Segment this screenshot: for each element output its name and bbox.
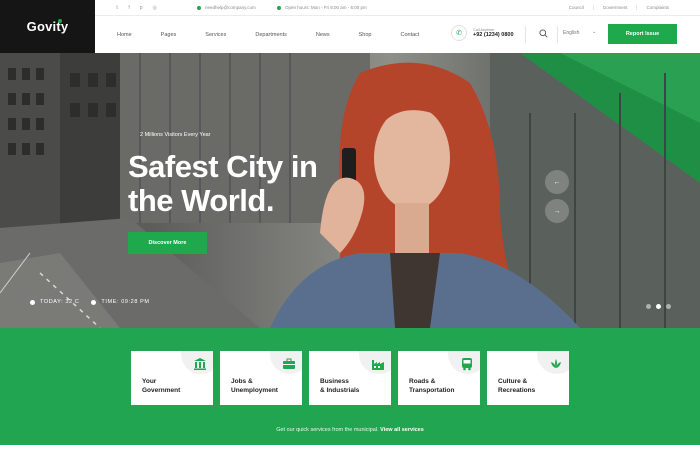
call-anytime[interactable]: ✆ Call Anytime +92 (1234) 0800 xyxy=(451,25,514,41)
services-section: Your Government Jobs & Unemployment Busi… xyxy=(0,328,700,445)
current-time: TIME: 09:28 PM xyxy=(101,299,150,305)
service-card-business[interactable]: Business & Industrials xyxy=(309,351,391,405)
main-nav: Home Pages Services Departments News Sho… xyxy=(117,32,448,38)
service-card-culture[interactable]: Culture & Recreations xyxy=(487,351,569,405)
email-text[interactable]: needhelp@company.com xyxy=(205,5,256,10)
nav-item-home[interactable]: Home xyxy=(117,32,132,38)
clock-icon xyxy=(91,299,97,305)
main-navbar: Home Pages Services Departments News Sho… xyxy=(95,16,700,53)
hero-slider: 2 Millions Visitors Every Year Safest Ci… xyxy=(0,53,700,328)
report-issue-button[interactable]: Report Issue xyxy=(608,24,677,44)
service-card-label: Roads & Transportation xyxy=(409,378,455,394)
service-card-label: Culture & Recreations xyxy=(498,378,536,394)
instagram-icon[interactable]: ◎ xyxy=(153,5,157,11)
language-select[interactable]: English xyxy=(563,30,579,36)
next-slide-button[interactable]: → xyxy=(545,199,569,223)
email-info[interactable]: needhelp@company.com xyxy=(197,5,256,10)
nav-item-departments[interactable]: Departments xyxy=(255,32,287,38)
logo[interactable]: Govity xyxy=(27,19,69,34)
hero-headline: Safest City in the World. xyxy=(128,149,318,218)
top-bar: 𝕥 f p ◎ needhelp@company.com Open hours:… xyxy=(95,0,700,16)
phone-icon: ✆ xyxy=(451,25,467,41)
call-number[interactable]: +92 (1234) 0800 xyxy=(473,32,514,38)
hours-text: Open hours: Mon - Fri 8:00 am - 6:00 pm xyxy=(285,5,367,10)
nav-item-news[interactable]: News xyxy=(316,32,330,38)
chevron-down-icon[interactable]: ⌄ xyxy=(592,29,596,35)
slider-dot[interactable] xyxy=(646,304,651,309)
service-card-label: Business & Industrials xyxy=(320,378,360,394)
services-footer-text: Get our quick services from the municipa… xyxy=(276,427,379,433)
today-temperature: TODAY: 32 C xyxy=(40,299,80,305)
hero-headline-line1: Safest City in xyxy=(128,149,318,184)
weather-icon xyxy=(30,299,35,305)
twitter-icon[interactable]: 𝕥 xyxy=(116,5,118,11)
bus-icon xyxy=(462,358,472,371)
hero-kicker: 2 Millions Visitors Every Year xyxy=(140,132,211,138)
service-card-label: Your Government xyxy=(142,378,181,394)
government-building-icon xyxy=(194,358,206,370)
nav-item-shop[interactable]: Shop xyxy=(359,32,372,38)
bottom-strip xyxy=(0,445,700,450)
service-card-label: Jobs & Unemployment xyxy=(231,378,278,394)
pinterest-icon[interactable]: p xyxy=(140,5,143,11)
clock-icon xyxy=(277,5,281,10)
nav-item-pages[interactable]: Pages xyxy=(161,32,177,38)
service-card-roads[interactable]: Roads & Transportation xyxy=(398,351,480,405)
nav-item-contact[interactable]: Contact xyxy=(401,32,420,38)
facebook-icon[interactable]: f xyxy=(128,5,129,11)
nav-item-services[interactable]: Services xyxy=(205,32,226,38)
weather-time-row: TODAY: 32 C TIME: 09:28 PM xyxy=(30,299,150,305)
slider-dot-active[interactable] xyxy=(656,304,661,309)
slider-dots xyxy=(646,304,671,309)
top-links: Council Government Complaints xyxy=(560,5,678,10)
service-card-jobs[interactable]: Jobs & Unemployment xyxy=(220,351,302,405)
view-all-services-link[interactable]: View all services xyxy=(380,427,424,433)
top-link-complaints[interactable]: Complaints xyxy=(636,5,678,10)
logo-dot xyxy=(58,19,62,23)
search-icon[interactable] xyxy=(539,29,548,38)
top-link-government[interactable]: Government xyxy=(592,5,637,10)
arrow-left-icon: ← xyxy=(553,178,561,186)
briefcase-icon xyxy=(283,358,295,369)
factory-icon xyxy=(372,360,384,370)
slider-dot[interactable] xyxy=(666,304,671,309)
nav-divider xyxy=(525,26,526,43)
services-footer: Get our quick services from the municipa… xyxy=(0,427,700,433)
mail-icon xyxy=(197,5,201,10)
discover-more-button[interactable]: Discover More xyxy=(128,232,207,254)
logo-box[interactable]: Govity xyxy=(0,0,95,53)
hero-headline-line2: the World. xyxy=(128,183,274,218)
social-links: 𝕥 f p ◎ xyxy=(95,5,185,11)
prev-slide-button[interactable]: ← xyxy=(545,170,569,194)
arrow-right-icon: → xyxy=(553,207,561,215)
lotus-icon xyxy=(551,359,561,368)
hero-background-image xyxy=(0,53,700,328)
top-link-council[interactable]: Council xyxy=(560,5,593,10)
hours-info: Open hours: Mon - Fri 8:00 am - 6:00 pm xyxy=(277,5,367,10)
service-card-government[interactable]: Your Government xyxy=(131,351,213,405)
nav-divider xyxy=(557,26,558,43)
